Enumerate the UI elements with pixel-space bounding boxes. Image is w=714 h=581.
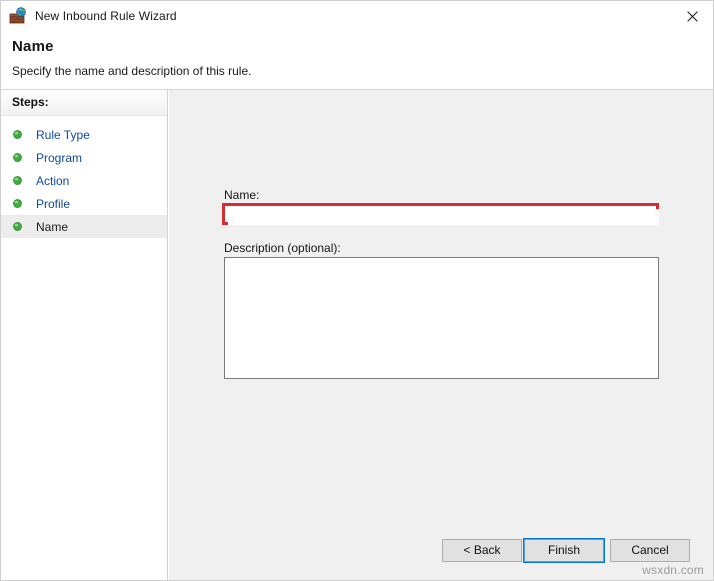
green-orb-icon xyxy=(13,222,22,231)
main-content-panel: Name: Description (optional): < Back Fin… xyxy=(169,90,714,581)
sidebar-item-rule-type[interactable]: Rule Type xyxy=(1,123,167,146)
finish-button[interactable]: Finish xyxy=(524,539,604,562)
steps-list: Rule Type Program xyxy=(1,116,167,238)
sidebar-item-program[interactable]: Program xyxy=(1,146,167,169)
steps-sidebar: Steps: Rule Type xyxy=(1,90,168,581)
name-input[interactable] xyxy=(228,209,659,225)
sidebar-item-action[interactable]: Action xyxy=(1,169,167,192)
steps-header: Steps: xyxy=(1,90,167,116)
green-orb-icon xyxy=(13,153,22,162)
sidebar-item-label: Action xyxy=(36,174,69,188)
sidebar-item-label: Name xyxy=(36,220,68,234)
new-inbound-rule-wizard-window: New Inbound Rule Wizard Name Specify the… xyxy=(0,0,714,581)
firewall-brick-globe-icon xyxy=(9,7,27,25)
sidebar-item-profile[interactable]: Profile xyxy=(1,192,167,215)
name-field-highlight xyxy=(222,203,659,225)
sidebar-item-label: Program xyxy=(36,151,82,165)
steps-header-label: Steps: xyxy=(12,95,49,109)
sidebar-item-name[interactable]: Name xyxy=(1,215,167,238)
green-orb-icon xyxy=(13,176,22,185)
page-subtitle: Specify the name and description of this… xyxy=(12,64,251,78)
green-orb-icon xyxy=(13,199,22,208)
close-icon[interactable] xyxy=(670,1,714,31)
wizard-header: Name Specify the name and description of… xyxy=(1,31,714,90)
description-input[interactable] xyxy=(224,257,659,379)
title-bar-buttons xyxy=(670,1,714,31)
wizard-footer-buttons: < Back Finish Cancel xyxy=(169,539,714,581)
sidebar-item-label: Rule Type xyxy=(36,128,90,142)
sidebar-item-label: Profile xyxy=(36,197,70,211)
title-bar: New Inbound Rule Wizard xyxy=(1,1,714,31)
name-field-label: Name: xyxy=(224,188,259,202)
page-title: Name xyxy=(12,38,54,55)
green-orb-icon xyxy=(13,130,22,139)
cancel-button[interactable]: Cancel xyxy=(610,539,690,562)
watermark: wsxdn.com xyxy=(642,563,704,577)
description-field-label: Description (optional): xyxy=(224,241,341,255)
back-button[interactable]: < Back xyxy=(442,539,522,562)
window-title: New Inbound Rule Wizard xyxy=(35,9,177,23)
